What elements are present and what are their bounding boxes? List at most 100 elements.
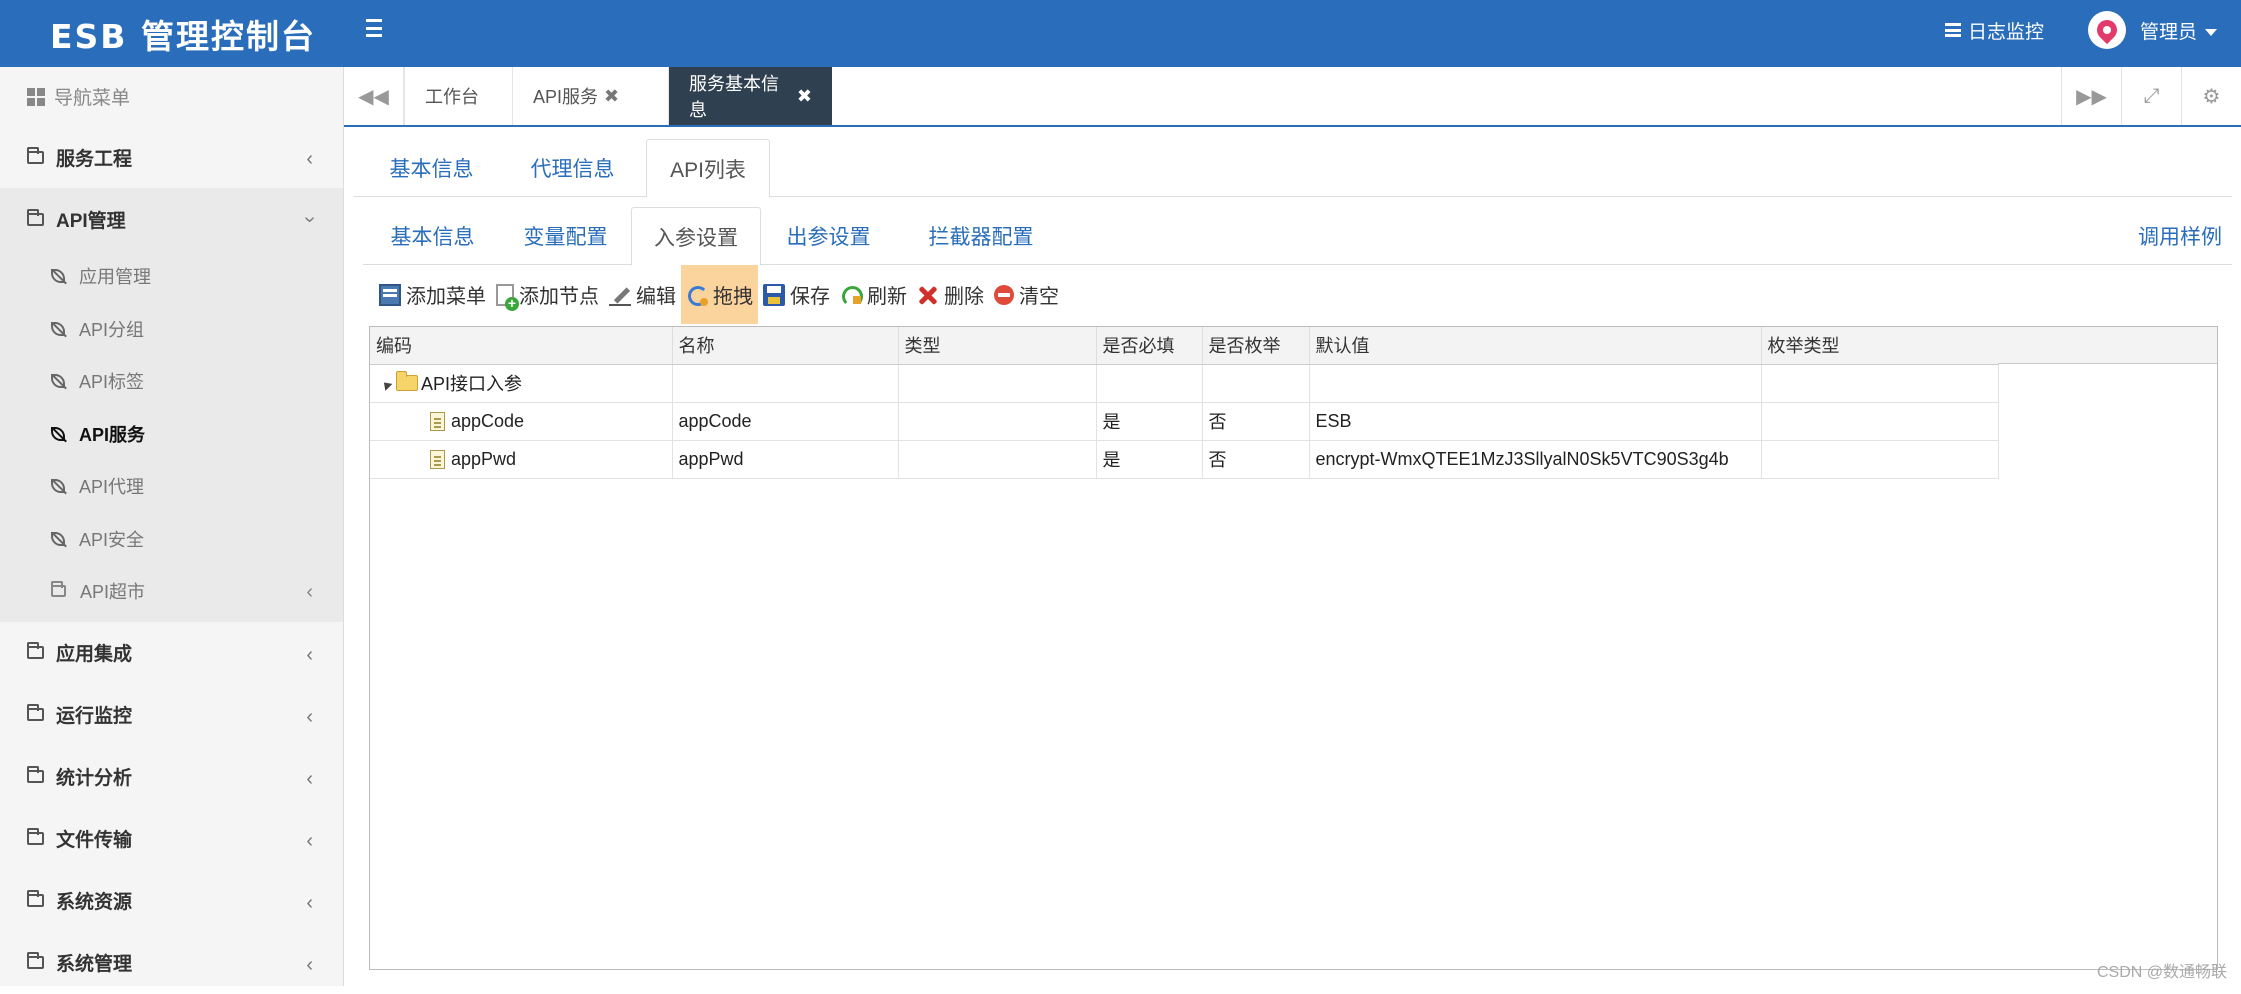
refresh-button[interactable]: 刷新 xyxy=(835,265,912,324)
avatar[interactable] xyxy=(2087,11,2126,49)
folder-icon xyxy=(27,146,44,164)
grid-icon xyxy=(27,87,45,106)
close-icon[interactable]: ✖ xyxy=(604,86,619,107)
scroll-left-button[interactable]: ◀◀ xyxy=(344,67,404,125)
leaf-icon xyxy=(51,269,65,284)
call-sample-link[interactable]: 调用样例 xyxy=(2138,221,2222,251)
settings-button[interactable]: ⚙ xyxy=(2181,67,2241,125)
scroll-right-button[interactable]: ▶▶ xyxy=(2061,67,2121,125)
add-node-button[interactable]: 添加节点 xyxy=(491,265,604,324)
sidebar-item-label: 系统资源 xyxy=(56,892,133,913)
add-menu-button[interactable]: 添加菜单 xyxy=(374,265,491,324)
sidebar-subitem-label: API代理 xyxy=(79,477,145,498)
table-cell xyxy=(1202,364,1310,403)
tab-label: API服务 xyxy=(533,87,599,107)
table-row[interactable]: appCode appCode 是 否 ESB xyxy=(370,402,1999,441)
folder-icon xyxy=(27,828,44,845)
main-content: 基本信息 代理信息 API列表 基本信息 变量配置 入参设置 出参设置 拦截器配… xyxy=(344,127,2241,986)
sidebar-item-api-management[interactable]: API管理 ‹ xyxy=(0,188,343,250)
chevron-down-icon: ‹ xyxy=(298,216,321,223)
header-right: 日志监控 管理员 xyxy=(1944,0,2217,60)
page-tab-strip: ◀◀ 工作台 API服务 ✖ 服务基本信息 ✖ ▶▶ ⤢ ⚙ xyxy=(344,67,2241,127)
tab-service-basic-info[interactable]: 服务基本信息 ✖ xyxy=(668,67,832,125)
column-header[interactable]: 是否必填 xyxy=(1096,327,1203,365)
table-cell: encrypt-WmxQTEE1MzJ3SllyalN0Sk5VTC90S3g4… xyxy=(1309,440,1762,479)
edit-button[interactable]: 编辑 xyxy=(604,265,681,324)
delete-button[interactable]: 删除 xyxy=(912,265,989,324)
column-header[interactable]: 是否枚举 xyxy=(1202,327,1310,365)
log-monitor-link[interactable]: 日志监控 xyxy=(1944,17,2044,44)
sidebar-subitem-api-group[interactable]: API分组 xyxy=(0,303,343,356)
clear-button[interactable]: 清空 xyxy=(989,265,1064,324)
sidebar-subitem-api-tag[interactable]: API标签 xyxy=(0,355,343,408)
params-table: 编码 名称 类型 是否必填 是否枚举 默认值 枚举类型 API接口入参 appC… xyxy=(370,327,1999,479)
tree-cell: appCode xyxy=(370,402,673,441)
tab-proxy-info[interactable]: 代理信息 xyxy=(509,139,636,197)
tab-inner-basic-info[interactable]: 基本信息 xyxy=(363,207,502,265)
button-label: 刷新 xyxy=(867,286,907,308)
tab-output-params[interactable]: 出参设置 xyxy=(761,207,896,265)
sidebar-subitem-label: API安全 xyxy=(79,529,145,550)
folder-icon xyxy=(51,581,66,598)
table-row[interactable]: appPwd appPwd 是 否 encrypt-WmxQTEE1MzJ3Sl… xyxy=(370,440,1999,479)
tab-api-service[interactable]: API服务 ✖ xyxy=(512,67,668,125)
add-node-icon xyxy=(496,283,519,311)
sidebar-item-app-integration[interactable]: 应用集成 ‹ xyxy=(0,622,343,684)
sidebar-item-system-resources[interactable]: 系统资源 ‹ xyxy=(0,870,343,932)
expand-triangle-icon[interactable] xyxy=(380,378,393,391)
save-button[interactable]: 保存 xyxy=(758,265,835,324)
file-icon xyxy=(430,449,445,469)
sidebar-item-statistics[interactable]: 统计分析 ‹ xyxy=(0,746,343,808)
sidebar-subitem-api-market[interactable]: API超市 ‹ xyxy=(0,565,343,618)
folder-open-icon xyxy=(396,371,418,391)
table-row-root[interactable]: API接口入参 xyxy=(370,364,1999,403)
table-header-row: 编码 名称 类型 是否必填 是否枚举 默认值 枚举类型 xyxy=(370,327,1999,365)
log-monitor-label: 日志监控 xyxy=(1967,21,2044,43)
sidebar-item-label: 文件传输 xyxy=(56,830,133,851)
table-cell: 是 xyxy=(1096,402,1203,441)
column-header[interactable]: 枚举类型 xyxy=(1761,327,1999,365)
column-header[interactable]: 默认值 xyxy=(1309,327,1762,365)
table-cell xyxy=(1761,364,1999,403)
refresh-icon xyxy=(840,284,863,307)
params-tree-grid: 编码 名称 类型 是否必填 是否枚举 默认值 枚举类型 API接口入参 appC… xyxy=(369,326,2218,970)
tab-workbench[interactable]: 工作台 xyxy=(404,67,512,125)
column-header[interactable]: 编码 xyxy=(370,327,673,365)
column-header[interactable]: 类型 xyxy=(898,327,1097,365)
sidebar-subitem-api-proxy[interactable]: API代理 xyxy=(0,460,343,513)
sidebar-item-system-management[interactable]: 系统管理 ‹ xyxy=(0,932,343,994)
brand-title: ESB 管理控制台 xyxy=(50,17,316,56)
tab-input-params[interactable]: 入参设置 xyxy=(631,207,761,266)
nav-menu-label: 导航菜单 xyxy=(54,88,131,109)
tab-api-list[interactable]: API列表 xyxy=(646,139,770,198)
tab-basic-info[interactable]: 基本信息 xyxy=(354,139,509,197)
expand-icon: ⤢ xyxy=(2143,84,2160,107)
tree-cell: API接口入参 xyxy=(370,364,673,403)
sidebar-item-runtime-monitor[interactable]: 运行监控 ‹ xyxy=(0,684,343,746)
sidebar-item-service-project[interactable]: 服务工程 ‹ xyxy=(0,126,343,188)
sidebar-subitem-label: 应用管理 xyxy=(79,267,151,288)
fullscreen-button[interactable]: ⤢ xyxy=(2121,67,2181,125)
folder-icon xyxy=(27,952,44,969)
sidebar-subitem-api-service[interactable]: API服务 xyxy=(0,408,343,461)
close-icon[interactable]: ✖ xyxy=(797,86,812,107)
table-cell: appPwd xyxy=(672,440,899,479)
tab-variable-config[interactable]: 变量配置 xyxy=(502,207,629,265)
tab-label: 代理信息 xyxy=(530,158,615,181)
sidebar-item-file-transfer[interactable]: 文件传输 ‹ xyxy=(0,808,343,870)
drag-icon xyxy=(686,284,708,306)
drag-button[interactable]: 拖拽 xyxy=(681,265,758,324)
tab-label: 入参设置 xyxy=(654,226,738,250)
watermark: CSDN @数通畅联 xyxy=(2096,964,2227,981)
column-header[interactable]: 名称 xyxy=(672,327,899,365)
delete-x-icon xyxy=(917,284,939,306)
folder-icon xyxy=(27,704,44,721)
chevron-left-icon: ‹ xyxy=(306,829,313,852)
user-menu[interactable]: 管理员 xyxy=(2140,17,2217,44)
sidebar-subitem-label: API服务 xyxy=(79,424,146,445)
button-label: 删除 xyxy=(944,286,984,308)
tab-interceptor-config[interactable]: 拦截器配置 xyxy=(896,207,1066,265)
sidebar-subitem-api-security[interactable]: API安全 xyxy=(0,513,343,566)
menu-toggle-icon[interactable] xyxy=(366,17,382,39)
sidebar-subitem-app-management[interactable]: 应用管理 xyxy=(0,250,343,303)
